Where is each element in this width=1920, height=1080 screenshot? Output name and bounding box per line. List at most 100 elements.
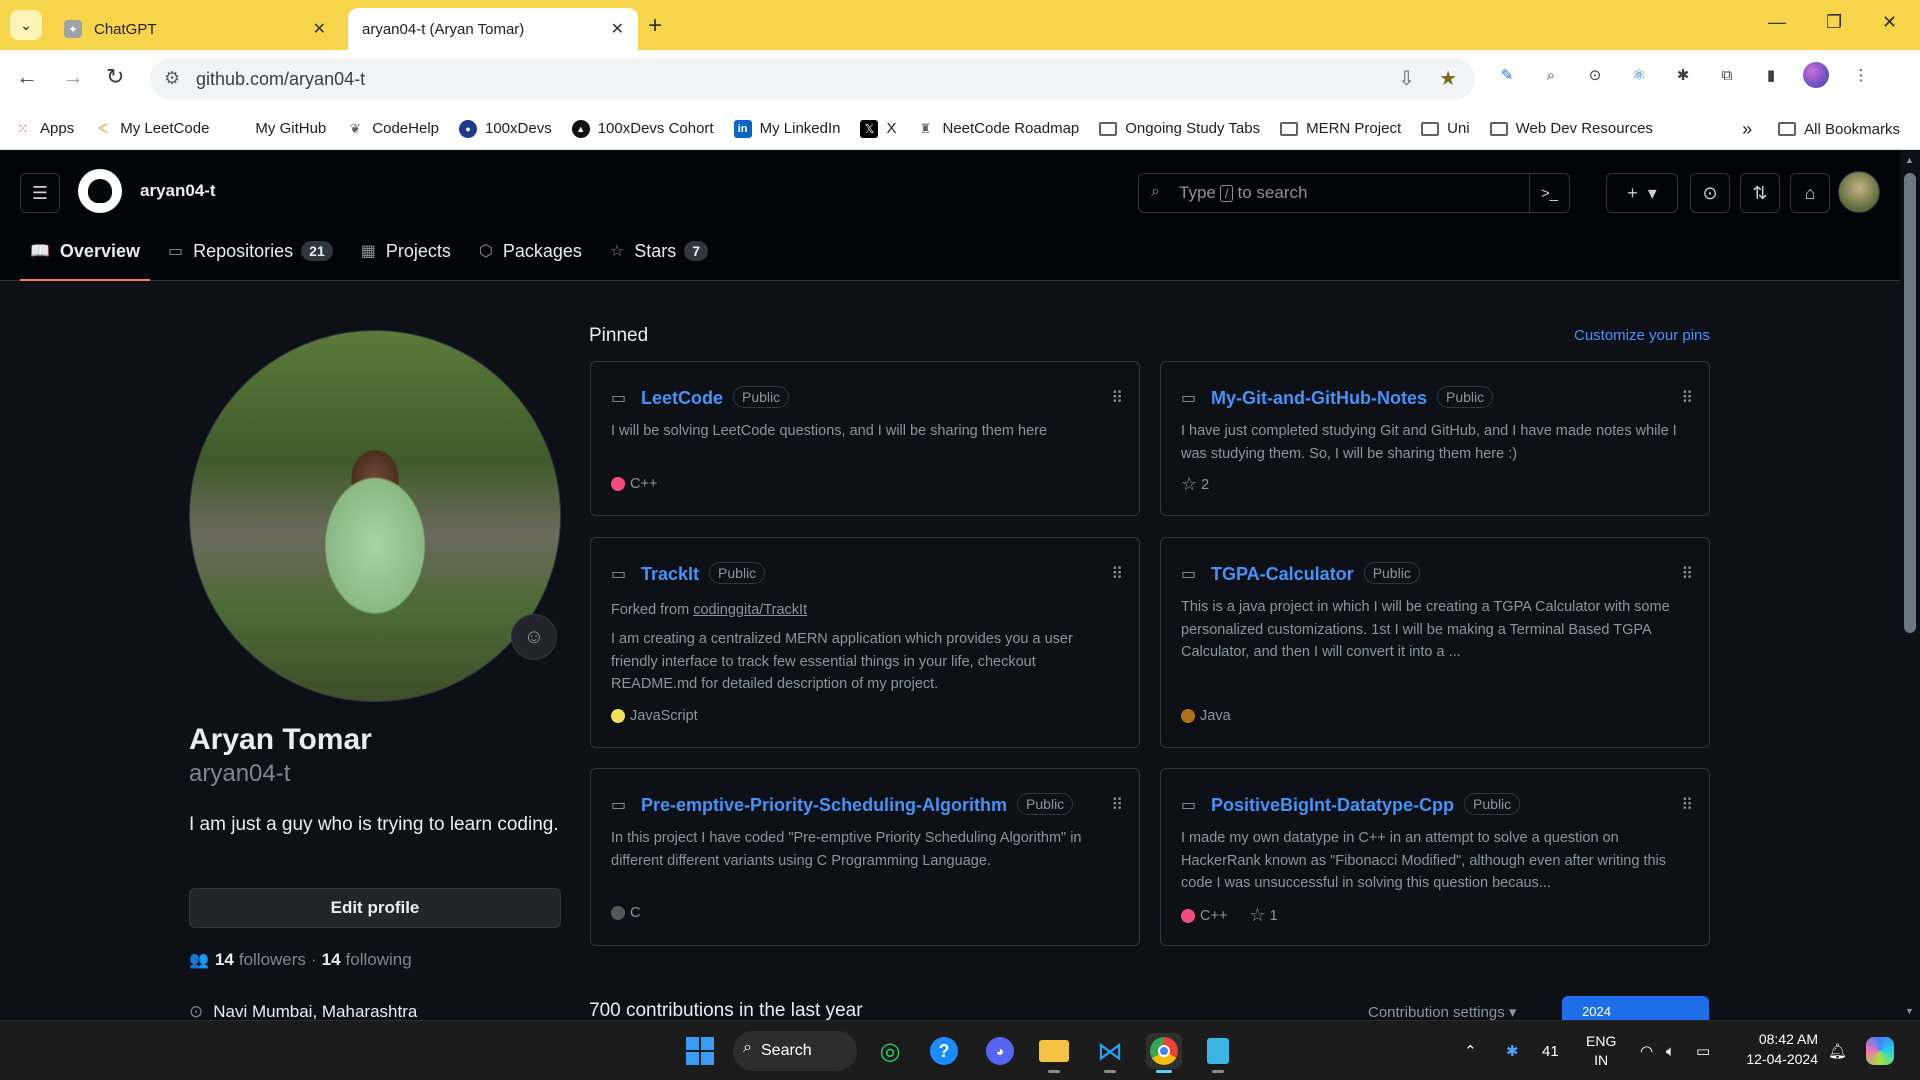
file-explorer-icon[interactable] [1036,1033,1072,1073]
year-2024-button[interactable]: 2024 [1562,996,1709,1020]
fork-source-link[interactable]: codinggita/TrackIt [693,602,807,618]
following-link[interactable]: 14 following [322,950,412,970]
tab-repositories[interactable]: ▭ Repositories 21 [158,221,343,281]
hamburger-menu-icon[interactable]: ☰ [20,173,60,213]
help-icon[interactable]: ? [926,1033,962,1069]
browser-tab-chatgpt[interactable]: ✦ ChatGPT ✕ [50,8,340,50]
browser-profile-avatar[interactable] [1803,62,1829,88]
zoom-extension-icon[interactable]: ⌕ [1539,63,1563,87]
url-text[interactable]: github.com/aryan04-t [196,69,365,90]
scroll-down-arrow-icon[interactable]: ▼ [1905,1006,1914,1016]
issues-icon[interactable]: ⊙ [1690,173,1730,213]
github-logo-icon[interactable] [78,169,122,213]
forward-arrow-icon[interactable]: → [62,64,84,90]
tab-projects[interactable]: ▦ Projects [351,221,461,281]
bookmark-x[interactable]: 𝕏 X [860,119,897,138]
create-new-button[interactable]: + ▾ [1606,173,1678,213]
repo-name-link[interactable]: TGPA-Calculator [1211,564,1354,584]
bookmark-folder-ongoing-study-tabs[interactable]: Ongoing Study Tabs [1099,120,1260,138]
bug-extension-icon[interactable]: ✱ [1671,63,1695,87]
discord-icon[interactable]: ◕ [982,1033,1018,1069]
side-panel-icon[interactable]: ▮ [1759,63,1783,87]
bookmark-folder-mern-project[interactable]: MERN Project [1280,120,1401,138]
bookmark-my-leetcode[interactable]: ᐸ My LeetCode [94,120,209,138]
pull-requests-icon[interactable]: ⇅ [1740,173,1780,213]
battery-icon[interactable]: ▭ [1696,1021,1710,1080]
react-devtools-icon[interactable]: ⚛ [1627,63,1651,87]
more-bookmarks-chevron-icon[interactable]: » [1742,119,1752,140]
bookmark-100xdevs-cohort[interactable]: ▲ 100xDevs Cohort [571,119,714,138]
drag-handle-icon[interactable]: ⠿ [1111,564,1123,584]
repo-stars-link[interactable]: ☆ 2 [1181,474,1209,495]
inbox-icon[interactable]: ⌂ [1790,173,1830,213]
profile-avatar[interactable] [189,330,561,702]
close-tab-icon[interactable]: ✕ [313,19,326,39]
customize-pins-link[interactable]: Customize your pins [1574,327,1710,344]
minimize-icon[interactable]: — [1768,12,1786,33]
user-avatar[interactable] [1838,171,1880,213]
notification-bell-icon[interactable]: 🔔︎ [1828,1021,1847,1080]
new-tab-plus-icon[interactable]: + [648,12,662,40]
drag-handle-icon[interactable]: ⠿ [1111,795,1123,815]
scroll-up-arrow-icon[interactable]: ▲ [1905,155,1914,165]
wifi-icon[interactable]: ◠ [1640,1021,1653,1080]
bookmark-apps[interactable]: ⁙ Apps [14,120,75,138]
followers-link[interactable]: 14 followers [215,950,306,970]
edit-profile-button[interactable]: Edit profile [189,888,561,928]
chrome-icon[interactable] [1146,1033,1182,1073]
reload-icon[interactable]: ↻ [106,64,124,90]
windows-start-icon[interactable] [686,1037,714,1065]
bookmark-neetcode-roadmap[interactable]: ♜ NeetCode Roadmap [917,120,1080,138]
drag-handle-icon[interactable]: ⠿ [1111,388,1123,408]
repo-name-link[interactable]: PositiveBigInt-Datatype-Cpp [1211,795,1454,815]
install-app-icon[interactable]: ⇩ [1398,66,1415,91]
bookmark-folder-uni[interactable]: Uni [1421,120,1470,138]
bookmark-folder-web-dev-resources[interactable]: Web Dev Resources [1489,120,1653,138]
drag-handle-icon[interactable]: ⠿ [1681,388,1693,408]
address-bar[interactable]: ⚙ github.com/aryan04-t ⇩ ★ [150,58,1475,100]
close-tab-icon[interactable]: ✕ [611,19,624,39]
bookmark-codehelp[interactable]: ❦ CodeHelp [346,120,439,138]
command-palette-icon[interactable]: >_ [1529,174,1569,212]
bookmark-my-github[interactable]: My GitHub [229,120,326,138]
contribution-settings-dropdown[interactable]: Contribution settings ▾ [1368,1003,1516,1021]
set-status-smiley-icon[interactable]: ☺ [511,614,557,660]
repo-name-link[interactable]: TrackIt [641,564,699,584]
window-close-icon[interactable]: ✕ [1882,12,1897,33]
repo-name-link[interactable]: Pre-emptive-Priority-Scheduling-Algorith… [641,795,1007,815]
browser-menu-icon[interactable]: ⋮ [1849,63,1873,87]
tab-packages[interactable]: ⬡ Packages [469,221,592,281]
copilot-icon[interactable] [1866,1021,1894,1080]
all-bookmarks-button[interactable]: All Bookmarks [1778,120,1900,138]
code-extension-icon[interactable]: ⊙ [1583,63,1607,87]
site-info-icon[interactable]: ⚙ [164,68,180,89]
page-scrollbar[interactable]: ▲ ▼ [1900,151,1920,1020]
github-search-input[interactable]: ⌕ Type / to search >_ [1138,173,1570,213]
tab-overview[interactable]: 📖 Overview [20,221,150,281]
repo-stars-link[interactable]: ☆ 1 [1249,905,1277,926]
taskbar-clock[interactable]: 08:42 AM 12-04-2024 [1726,1029,1818,1069]
bookmark-star-icon[interactable]: ★ [1439,66,1457,91]
taskbar-search-button[interactable]: ⌕ Search [733,1031,857,1071]
drag-handle-icon[interactable]: ⠿ [1681,564,1693,584]
back-arrow-icon[interactable]: ← [16,64,38,90]
notepad-icon[interactable] [1200,1033,1236,1073]
puzzle-extensions-icon[interactable]: ⧉ [1715,63,1739,87]
bookmark-my-linkedin[interactable]: in My LinkedIn [733,119,840,138]
repo-name-link[interactable]: LeetCode [641,388,723,408]
scrollbar-thumb[interactable] [1904,173,1916,633]
header-username[interactable]: aryan04-t [140,181,216,201]
browser-tab-github[interactable]: aryan04-t (Aryan Tomar) ✕ [348,8,638,50]
drag-handle-icon[interactable]: ⠿ [1681,795,1693,815]
tab-stars[interactable]: ☆ Stars 7 [600,221,718,281]
volume-icon[interactable]: 🔈︎ [1666,1021,1675,1080]
language-indicator[interactable]: ENG IN [1586,1021,1616,1080]
restore-icon[interactable]: ❐ [1826,12,1842,33]
show-hidden-icons-chevron[interactable]: ⌃ [1464,1021,1477,1080]
pen-extension-icon[interactable]: ✎ [1495,63,1519,87]
vscode-icon[interactable]: ⋈ [1092,1033,1128,1073]
tab-search-button[interactable]: ⌄ [10,10,42,40]
whatsapp-icon[interactable]: ◎ [872,1033,908,1069]
bluetooth-icon[interactable]: ✱ [1506,1021,1519,1080]
bookmark-100xdevs[interactable]: ● 100xDevs [459,119,552,138]
